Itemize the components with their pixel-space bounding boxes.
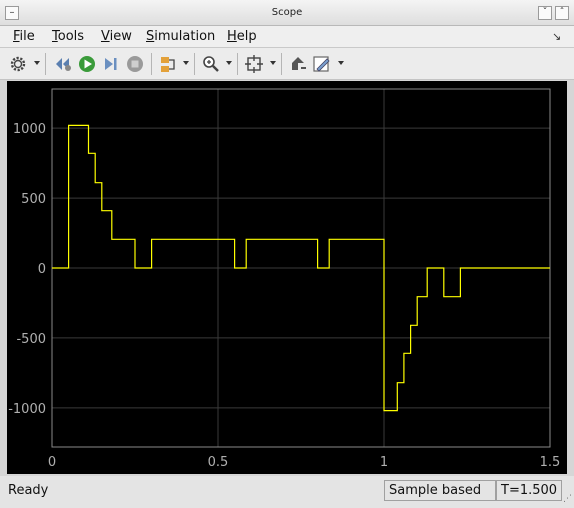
menu-bar: File Tools View Simulation Help ↘: [0, 26, 574, 48]
y-tick-label: -500: [16, 332, 46, 347]
run-icon[interactable]: [77, 54, 97, 74]
style-icon[interactable]: [312, 54, 332, 74]
status-bar: Ready Sample based T=1.500 ⋰: [0, 476, 574, 508]
menu-help[interactable]: Help: [227, 29, 257, 44]
x-tick-label: 1: [380, 455, 388, 470]
menu-tools[interactable]: Tools: [52, 29, 84, 44]
window-title: Scope: [271, 7, 303, 18]
toolbar: [0, 48, 574, 80]
x-tick-label: 0: [48, 455, 56, 470]
y-tick-label: -1000: [8, 402, 46, 417]
stop-icon[interactable]: [125, 54, 145, 74]
minimize-button[interactable]: ˇ: [538, 6, 552, 20]
x-tick-label: 1.5: [540, 455, 561, 470]
highlight-icon[interactable]: [288, 54, 308, 74]
y-tick-label: 0: [38, 262, 46, 277]
toolbar-separator: [45, 53, 46, 75]
title-bar: Scope – ˇ ˆ: [0, 0, 574, 26]
step-back-icon[interactable]: [53, 54, 73, 74]
time-field: T=1.500: [496, 480, 562, 501]
toolbar-separator: [237, 53, 238, 75]
gear-icon[interactable]: [8, 54, 28, 74]
autoscale-icon[interactable]: [244, 54, 264, 74]
maximize-button[interactable]: ˆ: [555, 6, 569, 20]
step-forward-icon[interactable]: [101, 54, 121, 74]
chevron-down-icon[interactable]: [270, 61, 276, 65]
scope-plot: 0 0.5 1 1.5 1000 500 0 -500 -1000: [8, 88, 561, 470]
toolbar-separator: [151, 53, 152, 75]
chevron-down-icon[interactable]: [183, 61, 189, 65]
menu-simulation[interactable]: Simulation: [146, 29, 215, 44]
chevron-down-icon[interactable]: [34, 61, 40, 65]
menu-view[interactable]: View: [101, 29, 132, 44]
window-menu-button[interactable]: –: [5, 6, 19, 20]
y-tick-label: 1000: [13, 122, 46, 137]
x-tick-label: 0.5: [208, 455, 229, 470]
toolbar-separator: [194, 53, 195, 75]
toolbar-separator: [281, 53, 282, 75]
resize-grip-icon[interactable]: ⋰: [563, 494, 572, 504]
undock-icon[interactable]: ↘: [552, 30, 561, 43]
menu-file[interactable]: File: [13, 29, 35, 44]
signal-select-icon[interactable]: [158, 54, 178, 74]
status-text: Ready: [8, 483, 49, 498]
zoom-icon[interactable]: [201, 54, 221, 74]
sample-mode-field: Sample based: [384, 480, 496, 501]
scope-display[interactable]: 0 0.5 1 1.5 1000 500 0 -500 -1000: [7, 81, 567, 474]
chevron-down-icon[interactable]: [338, 61, 344, 65]
y-tick-label: 500: [21, 192, 46, 207]
chevron-down-icon[interactable]: [226, 61, 232, 65]
